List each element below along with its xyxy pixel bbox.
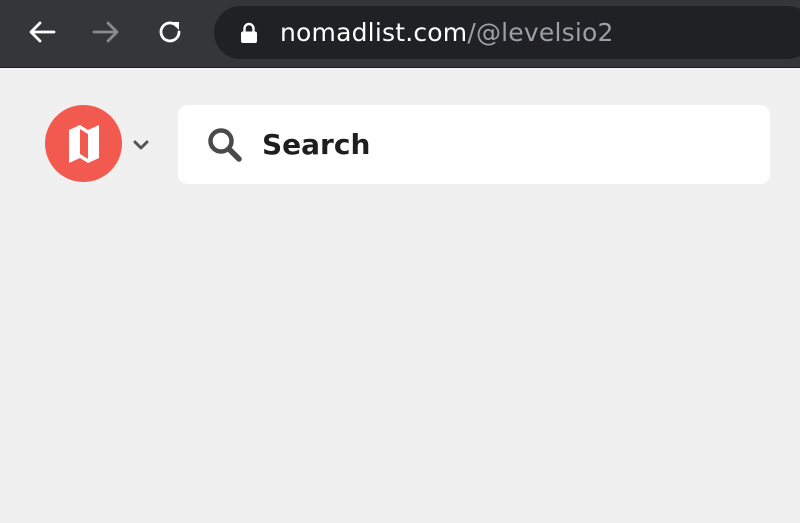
search-label: Search — [262, 128, 371, 161]
address-bar[interactable]: nomadlist.com/@levelsio2 — [214, 6, 800, 59]
logo-menu[interactable] — [45, 105, 150, 182]
url-host: nomadlist.com — [280, 18, 468, 47]
forward-button[interactable] — [88, 14, 124, 50]
back-button[interactable] — [24, 14, 60, 50]
lock-icon — [240, 22, 258, 44]
arrow-left-icon — [29, 21, 56, 43]
search-input[interactable]: Search — [178, 105, 770, 184]
nomadlist-logo-icon[interactable] — [45, 105, 122, 182]
url-text: nomadlist.com/@levelsio2 — [280, 18, 614, 47]
url-path: /@levelsio2 — [467, 18, 614, 47]
arrow-right-icon — [92, 21, 119, 43]
chevron-down-icon[interactable] — [132, 138, 150, 152]
page-content: Search — [0, 69, 800, 523]
reload-button[interactable] — [152, 14, 188, 50]
search-icon — [206, 125, 246, 165]
browser-toolbar: nomadlist.com/@levelsio2 — [0, 0, 800, 68]
reload-icon — [159, 21, 181, 43]
